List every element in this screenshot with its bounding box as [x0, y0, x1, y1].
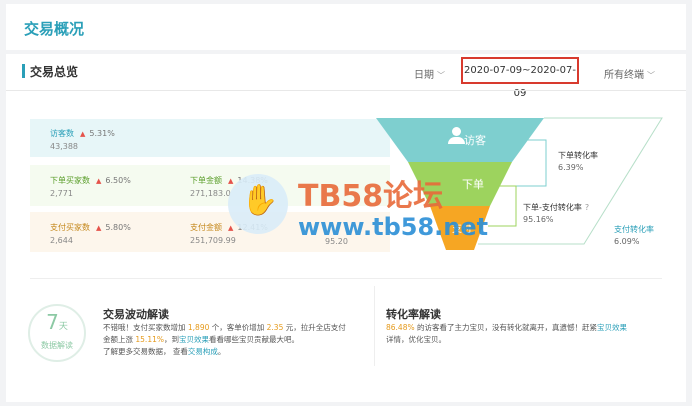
metric-pay-amount: 支付金额 ▲ 12.41% 251,709.99	[190, 222, 268, 245]
product-effect-link[interactable]: 宝贝效果	[179, 335, 209, 344]
conversion-read-title: 转化率解读	[386, 308, 441, 321]
badge-text: 数据解读	[41, 341, 73, 350]
date-label: 日期	[414, 70, 434, 81]
funnel-order-segment	[408, 162, 512, 206]
section-accent-bar	[22, 64, 25, 78]
metric-value: 251,709.99	[190, 236, 236, 245]
metric-value: 95.20	[325, 237, 348, 246]
date-range-picker[interactable]: 2020-07-09~2020-07-09	[461, 57, 579, 99]
arrow-up-icon: ▲	[228, 224, 234, 232]
user-icon	[446, 127, 468, 145]
pay-rate: 支付转化率 6.09%	[614, 224, 654, 246]
conversion-read-text: 86.48% 的访客看了主力宝贝，没有转化就离开，真遗憾！赶紧宝贝效果 详情，优…	[386, 323, 627, 344]
fluctuation-title: 交易波动解读	[103, 308, 169, 321]
metric-name: 支付买家数	[50, 223, 90, 232]
pay-rate-value: 6.09%	[614, 237, 640, 246]
product-effect-link[interactable]: 宝贝效果	[597, 323, 627, 332]
trade-composition-link[interactable]: 交易构成	[188, 347, 218, 356]
arrow-up-icon: ▲	[96, 177, 102, 185]
page-title: 交易概况	[24, 20, 85, 38]
metric-change: 5.31%	[89, 129, 115, 138]
date-dropdown[interactable]: 日期 ﹀	[414, 66, 445, 81]
terminal-label: 所有终端	[604, 70, 644, 81]
metric-change: 14.38%	[237, 176, 268, 185]
metric-change: 12.41%	[237, 223, 268, 232]
divider	[374, 286, 375, 366]
fluctuation-text: 不错哦！支付买家数增加 1,890 个，客单价增加 2.35 元，拉升全店支付 …	[103, 323, 346, 356]
chevron-down-icon: ﹀	[437, 71, 445, 80]
arrow-up-icon: ▲	[96, 224, 102, 232]
metric-value: 271,183.0	[190, 189, 231, 198]
metric-value: 2,644	[50, 236, 73, 245]
metric-pay-buyers: 支付买家数 ▲ 5.80% 2,644	[50, 222, 131, 245]
metric-value: 2,771	[50, 189, 73, 198]
help-icon[interactable]: ?	[585, 203, 589, 212]
metric-value: 43,388	[50, 142, 78, 151]
trade-overview-card: 交易总览 日期 ﹀ 2020-07-09~2020-07-09 所有终端 ﹀ 访客数…	[6, 54, 686, 402]
funnel-pay-label: 支付	[452, 222, 472, 235]
divider	[30, 278, 662, 279]
metric-name: 下单买家数	[50, 176, 90, 185]
chevron-down-icon: ﹀	[647, 71, 655, 80]
metric-name: 支付金额	[190, 223, 222, 232]
order-rate-label: 下单转化率	[558, 151, 598, 160]
header-card: 交易概况	[6, 4, 686, 50]
pay-row: 支付买家数 ▲ 5.80% 2,644 支付金额 ▲ 12.41% 251,709.99…	[30, 212, 390, 252]
metric-visitors: 访客数 ▲ 5.31% 43,388	[50, 128, 115, 151]
order-rate-value: 6.39%	[558, 163, 584, 172]
arrow-up-icon: ▲	[228, 177, 234, 185]
order-pay-rate: 下单-支付转化率? 95.16%	[523, 202, 589, 224]
metric-change: 6.50%	[105, 176, 131, 185]
divider	[6, 90, 686, 91]
order-pay-rate-value: 95.16%	[523, 215, 554, 224]
metric-change: 5.80%	[105, 223, 131, 232]
metric-unit-price: 95.20	[325, 234, 348, 246]
order-rate: 下单转化率 6.39%	[558, 150, 598, 172]
visitors-row: 访客数 ▲ 5.31% 43,388	[30, 119, 390, 157]
seven-day-badge[interactable]: 7天 数据解读	[28, 304, 86, 362]
order-row: 下单买家数 ▲ 6.50% 2,771 下单金额 ▲ 14.38% 271,183.0	[30, 165, 390, 206]
funnel-order-label: 下单	[462, 178, 484, 191]
terminal-dropdown[interactable]: 所有终端 ﹀	[604, 66, 655, 81]
metric-name: 访客数	[50, 129, 74, 138]
pay-rate-label: 支付转化率	[614, 225, 654, 234]
arrow-up-icon: ▲	[80, 130, 86, 138]
metric-name: 下单金额	[190, 176, 222, 185]
badge-number: 7天	[46, 310, 68, 334]
metric-order-amount: 下单金额 ▲ 14.38% 271,183.0	[190, 175, 268, 198]
metric-order-buyers: 下单买家数 ▲ 6.50% 2,771	[50, 175, 131, 198]
section-title: 交易总览	[30, 65, 79, 79]
order-pay-rate-label: 下单-支付转化率	[523, 203, 582, 212]
